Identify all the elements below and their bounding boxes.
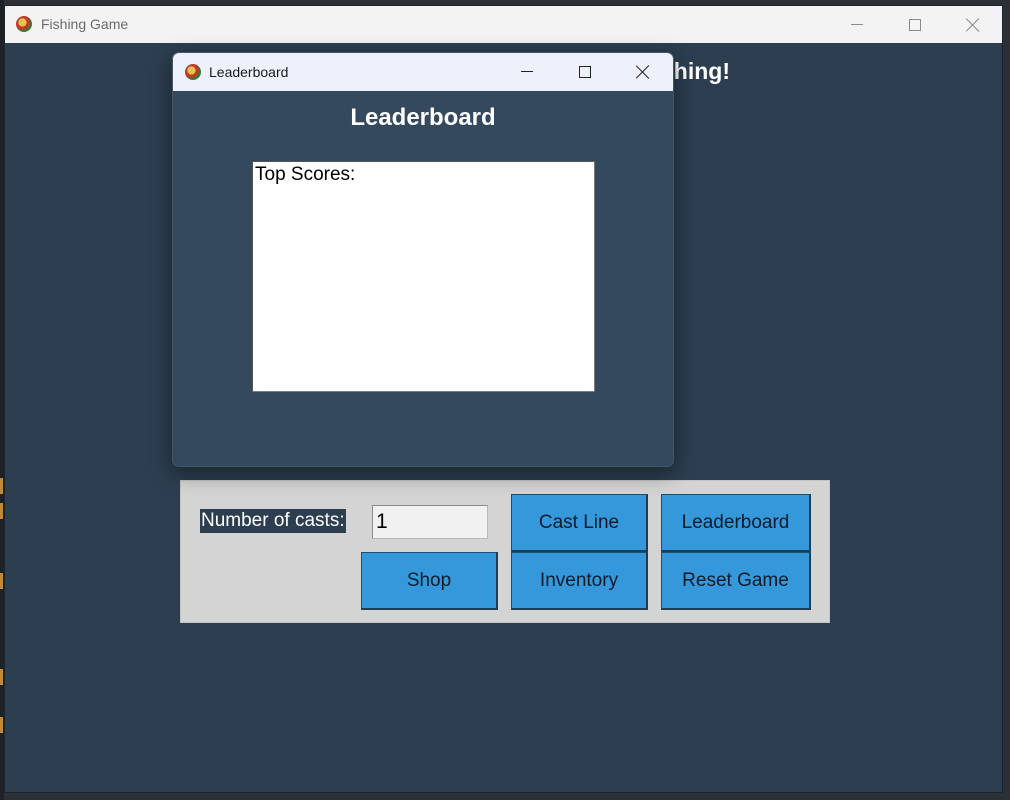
dialog-title-bar[interactable]: Leaderboard xyxy=(173,53,673,91)
reset-game-button[interactable]: Reset Game xyxy=(661,552,811,610)
dialog-minimize-button[interactable] xyxy=(498,53,556,90)
main-minimize-button[interactable] xyxy=(828,6,886,43)
main-window-title: Fishing Game xyxy=(41,16,129,32)
casts-label: Number of casts: xyxy=(200,509,346,533)
dialog-maximize-button[interactable] xyxy=(556,53,614,90)
shop-button[interactable]: Shop xyxy=(361,552,498,610)
leaderboard-dialog: Leaderboard Leaderboard Top Scores: xyxy=(172,52,674,467)
cast-line-button[interactable]: Cast Line xyxy=(511,494,648,552)
casts-input[interactable] xyxy=(372,505,488,539)
minimize-icon xyxy=(851,24,863,25)
main-maximize-button[interactable] xyxy=(886,6,944,43)
main-title-bar[interactable]: Fishing Game xyxy=(5,6,1002,43)
close-icon xyxy=(636,65,650,79)
desktop-icon-fragment xyxy=(0,717,3,733)
dialog-close-button[interactable] xyxy=(614,53,672,90)
minimize-icon xyxy=(521,71,533,72)
scores-text-area[interactable]: Top Scores: xyxy=(252,161,595,392)
dialog-title: Leaderboard xyxy=(209,64,289,80)
desktop-icon-fragment xyxy=(0,478,3,494)
desktop-icon-fragment xyxy=(0,573,3,589)
app-icon xyxy=(185,64,201,80)
leaderboard-heading: Leaderboard xyxy=(350,104,496,131)
control-panel: Number of casts: Cast Line Leaderboard S… xyxy=(180,480,830,623)
maximize-icon xyxy=(579,65,591,78)
scores-text: Top Scores: xyxy=(255,164,356,185)
main-close-button[interactable] xyxy=(944,6,1002,43)
maximize-icon xyxy=(909,18,921,31)
close-icon xyxy=(966,18,980,32)
desktop-icon-fragment xyxy=(0,669,3,685)
leaderboard-button[interactable]: Leaderboard xyxy=(661,494,811,552)
desktop-icon-fragment xyxy=(0,503,3,519)
app-icon xyxy=(16,16,32,32)
inventory-button[interactable]: Inventory xyxy=(511,552,648,610)
